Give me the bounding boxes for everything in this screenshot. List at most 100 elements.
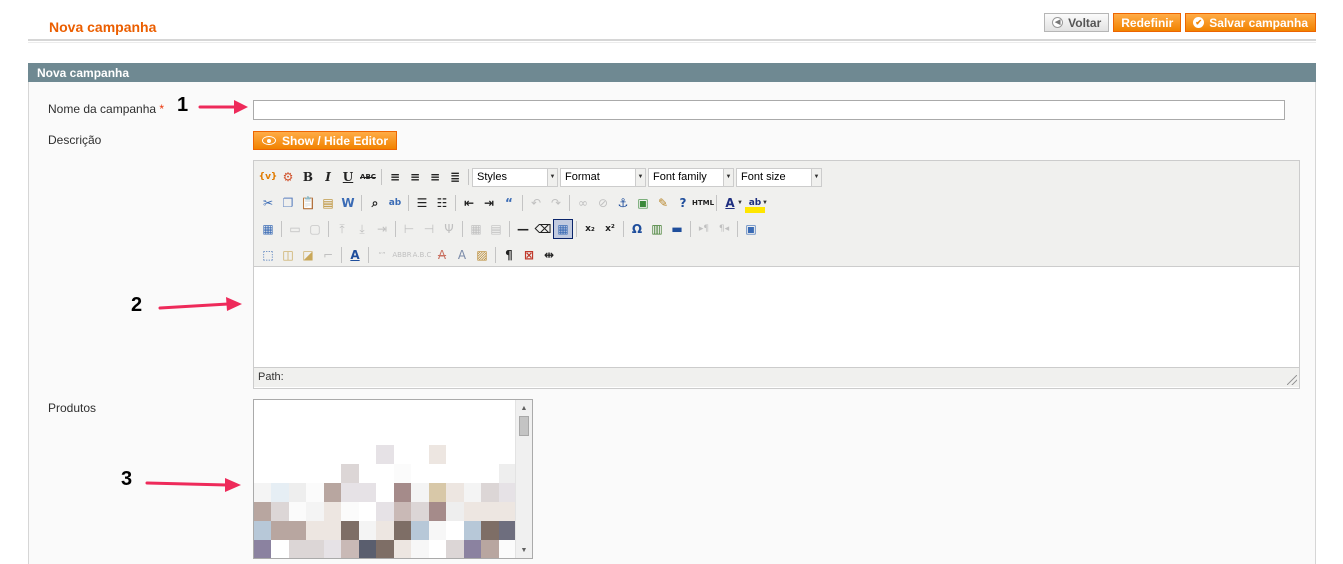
link-icon[interactable]: ∞ bbox=[573, 193, 593, 213]
products-multiselect[interactable]: ▲ ▼ bbox=[253, 399, 533, 559]
reset-button[interactable]: Redefinir bbox=[1113, 13, 1182, 32]
abbr-icon[interactable]: ABBR bbox=[392, 245, 412, 265]
html-icon[interactable]: HTML bbox=[692, 193, 714, 213]
save-campaign-button[interactable]: ✔ Salvar campanha bbox=[1185, 13, 1316, 32]
paste-icon[interactable]: 📋 bbox=[298, 193, 318, 213]
scroll-up-icon[interactable]: ▲ bbox=[516, 400, 532, 416]
back-button[interactable]: ◀ Voltar bbox=[1044, 13, 1110, 32]
reset-button-label: Redefinir bbox=[1121, 15, 1174, 30]
bullet-list-icon[interactable]: ☰ bbox=[412, 193, 432, 213]
underline-icon[interactable]: U bbox=[338, 167, 358, 187]
campaign-name-input[interactable] bbox=[253, 100, 1285, 120]
attributes-icon[interactable]: ▨ bbox=[472, 245, 492, 265]
redo-icon[interactable]: ↷ bbox=[546, 193, 566, 213]
insert-col-after-icon[interactable]: ⊣ bbox=[419, 219, 439, 239]
row-props-icon[interactable]: ▭ bbox=[285, 219, 305, 239]
font-size-select[interactable]: Font size ▼ bbox=[736, 167, 822, 187]
image-icon[interactable]: ▣ bbox=[633, 193, 653, 213]
superscript-icon[interactable]: x² bbox=[600, 219, 620, 239]
acronym-icon[interactable]: A.B.C bbox=[412, 245, 432, 265]
cleanup-icon[interactable]: ✎ bbox=[653, 193, 673, 213]
scroll-down-icon[interactable]: ▼ bbox=[516, 542, 532, 558]
resize-grip-icon[interactable] bbox=[1287, 375, 1297, 385]
header-actions: ◀ Voltar Redefinir ✔ Salvar campanha bbox=[1044, 13, 1316, 32]
indent-icon[interactable]: ⇥ bbox=[479, 193, 499, 213]
table-props-icon[interactable]: ▦ bbox=[258, 219, 278, 239]
undo-icon[interactable]: ↶ bbox=[526, 193, 546, 213]
insert-row-before-icon[interactable]: ⤒ bbox=[332, 219, 352, 239]
copy-icon[interactable]: ❐ bbox=[278, 193, 298, 213]
blurred-pixel bbox=[341, 445, 359, 464]
blockquote-icon[interactable]: “ bbox=[499, 193, 519, 213]
chevron-down-icon[interactable]: ▼ bbox=[737, 200, 743, 206]
special-char-icon[interactable]: Ω bbox=[627, 219, 647, 239]
show-blocks-icon[interactable]: ¶ bbox=[499, 245, 519, 265]
chevron-down-icon[interactable]: ▼ bbox=[762, 200, 768, 206]
align-right-icon[interactable]: ≡ bbox=[425, 167, 445, 187]
insert-col-before-icon[interactable]: ⊢ bbox=[399, 219, 419, 239]
variable-icon[interactable]: {v} bbox=[258, 167, 278, 187]
horizontal-rule-icon[interactable]: — bbox=[513, 219, 533, 239]
deletion-icon[interactable]: A bbox=[432, 245, 452, 265]
remove-format-icon[interactable]: ⌫ bbox=[533, 219, 553, 239]
insertion-icon[interactable]: A bbox=[452, 245, 472, 265]
chevron-down-icon: ▼ bbox=[635, 168, 645, 186]
blurred-pixel bbox=[271, 521, 289, 540]
align-justify-icon[interactable]: ≣ bbox=[445, 167, 465, 187]
anchor-icon[interactable]: ⚓ bbox=[613, 193, 633, 213]
ltr-icon[interactable]: ▸¶ bbox=[694, 219, 714, 239]
insert-layer-icon[interactable]: ⬚ bbox=[258, 245, 278, 265]
absolute-icon[interactable]: ⌐ bbox=[318, 245, 338, 265]
font-family-select[interactable]: Font family ▼ bbox=[648, 167, 734, 187]
italic-icon[interactable]: I bbox=[318, 167, 338, 187]
media-icon[interactable]: ▥ bbox=[647, 219, 667, 239]
insert-hr-icon[interactable]: ▬ bbox=[667, 219, 687, 239]
styles-select[interactable]: Styles ▼ bbox=[472, 167, 558, 187]
toolbar-separator bbox=[281, 221, 282, 237]
products-scrollbar[interactable]: ▲ ▼ bbox=[515, 400, 532, 558]
align-left-icon[interactable]: ≡ bbox=[385, 167, 405, 187]
cut-icon[interactable]: ✂ bbox=[258, 193, 278, 213]
editor-content[interactable] bbox=[254, 267, 1299, 367]
rtl-icon[interactable]: ¶◂ bbox=[714, 219, 734, 239]
delete-col-icon[interactable]: Ψ bbox=[439, 219, 459, 239]
delete-row-icon[interactable]: ⇥ bbox=[372, 219, 392, 239]
find-icon[interactable]: ⌕ bbox=[365, 193, 385, 213]
back-button-label: Voltar bbox=[1068, 15, 1102, 30]
paste-word-icon[interactable]: W bbox=[338, 193, 358, 213]
fullscreen-icon[interactable]: ▣ bbox=[741, 219, 761, 239]
insert-row-after-icon[interactable]: ⤓ bbox=[352, 219, 372, 239]
outdent-icon[interactable]: ⇤ bbox=[459, 193, 479, 213]
blurred-pixel bbox=[463, 464, 482, 483]
cite-icon[interactable]: “” bbox=[372, 245, 392, 265]
scrollbar-thumb[interactable] bbox=[519, 416, 529, 436]
move-backward-icon[interactable]: ◪ bbox=[298, 245, 318, 265]
nonbreaking-icon[interactable]: ⊠ bbox=[519, 245, 539, 265]
paste-text-icon[interactable]: ▤ bbox=[318, 193, 338, 213]
replace-icon[interactable]: ab bbox=[385, 193, 405, 213]
show-hide-editor-button[interactable]: Show / Hide Editor bbox=[253, 131, 398, 150]
styleprops-icon[interactable]: A bbox=[345, 245, 365, 265]
toolbar-separator bbox=[623, 221, 624, 237]
widget-icon[interactable]: ⚙ bbox=[278, 167, 298, 187]
annotation-number-1: 1 bbox=[177, 94, 189, 116]
cell-props-icon[interactable]: ▢ bbox=[305, 219, 325, 239]
blurred-pixel bbox=[481, 502, 499, 521]
unlink-icon[interactable]: ⊘ bbox=[593, 193, 613, 213]
strikethrough-icon[interactable]: ABC bbox=[358, 167, 378, 187]
page-break-icon[interactable]: ⇹ bbox=[539, 245, 559, 265]
blurred-pixel bbox=[393, 521, 412, 540]
visual-aid-icon[interactable]: ▦ bbox=[553, 219, 573, 239]
bold-icon[interactable]: B bbox=[298, 167, 318, 187]
blurred-pixel bbox=[271, 464, 289, 483]
format-select[interactable]: Format ▼ bbox=[560, 167, 646, 187]
subscript-icon[interactable]: x₂ bbox=[580, 219, 600, 239]
move-forward-icon[interactable]: ◫ bbox=[278, 245, 298, 265]
campaign-name-label: Nome da campanha * bbox=[48, 102, 165, 116]
blurred-pixel bbox=[393, 540, 412, 558]
numbered-list-icon[interactable]: ☷ bbox=[432, 193, 452, 213]
merge-cells-icon[interactable]: ▤ bbox=[486, 219, 506, 239]
align-center-icon[interactable]: ≡ bbox=[405, 167, 425, 187]
help-icon[interactable]: ? bbox=[673, 193, 693, 213]
split-cells-icon[interactable]: ▦ bbox=[466, 219, 486, 239]
